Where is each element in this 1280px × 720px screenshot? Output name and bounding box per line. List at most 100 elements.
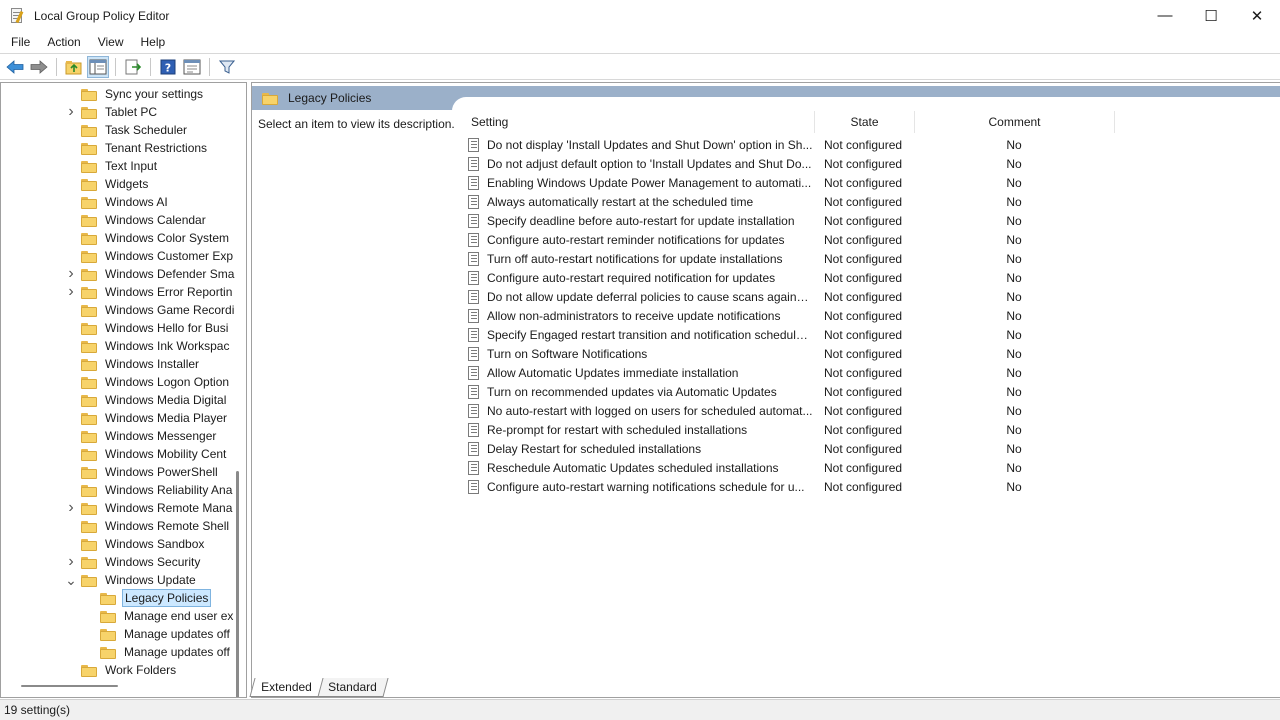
policy-row[interactable]: Allow Automatic Updates immediate instal… <box>468 363 1114 382</box>
tree-item[interactable]: Legacy Policies <box>100 589 212 607</box>
menu-file[interactable]: File <box>4 35 37 49</box>
tree-item[interactable]: Windows Installer <box>81 355 201 373</box>
tree-item[interactable]: Widgets <box>81 175 150 193</box>
console-tree[interactable]: Sync your settings › Tablet PC Task Schedul… <box>0 82 247 698</box>
policy-row[interactable]: Always automatically restart at the sche… <box>468 192 1114 211</box>
tree-item[interactable]: Sync your settings <box>81 85 205 103</box>
up-folder-icon[interactable] <box>63 56 85 78</box>
policy-row[interactable]: Turn off auto-restart notifications for … <box>468 249 1114 268</box>
tree-item[interactable]: Windows Ink Workspac <box>81 337 231 355</box>
tree-item[interactable]: › Windows Defender Sma <box>68 265 236 283</box>
tree-item[interactable]: Tenant Restrictions <box>81 139 209 157</box>
tree-item[interactable]: Windows PowerShell <box>81 463 220 481</box>
tree-item[interactable]: Windows Sandbox <box>81 535 206 553</box>
policy-row[interactable]: Allow non-administrators to receive upda… <box>468 306 1114 325</box>
policy-row[interactable]: Specify deadline before auto-restart for… <box>468 211 1114 230</box>
tree-horizontal-scrollbar[interactable] <box>21 685 118 687</box>
policy-row[interactable]: Enabling Windows Update Power Management… <box>468 173 1114 192</box>
tree-item[interactable]: Manage updates off <box>100 625 232 643</box>
details-header-title: Legacy Policies <box>288 91 372 105</box>
tree-item[interactable]: › Windows Remote Mana <box>68 499 234 517</box>
policy-name: Delay Restart for scheduled installation… <box>487 441 702 456</box>
tree-item[interactable]: Manage updates off <box>100 643 232 661</box>
menu-help[interactable]: Help <box>134 35 173 49</box>
menu-action[interactable]: Action <box>40 35 87 49</box>
tree-item[interactable]: Text Input <box>81 157 159 175</box>
policy-row[interactable]: Do not adjust default option to 'Install… <box>468 154 1114 173</box>
tree-item[interactable]: Windows Remote Shell <box>81 517 231 535</box>
chevron-right-icon[interactable]: › <box>65 283 77 301</box>
close-button[interactable]: ✕ <box>1234 0 1280 31</box>
tree-item-label: Windows Color System <box>105 231 230 245</box>
tree-item-label: Windows PowerShell <box>105 465 218 479</box>
tree-item[interactable]: Windows Media Digital <box>81 391 228 409</box>
policy-row[interactable]: Do not allow update deferral policies to… <box>468 287 1114 306</box>
chevron-right-icon[interactable]: › <box>65 103 77 121</box>
description-text: Select an item to view its description. <box>258 117 455 131</box>
policy-state: Not configured <box>824 232 903 247</box>
properties-icon[interactable] <box>181 56 203 78</box>
tree-item[interactable]: Windows AI <box>81 193 170 211</box>
tree-item[interactable]: Windows Mobility Cent <box>81 445 228 463</box>
menu-view[interactable]: View <box>91 35 131 49</box>
policy-row[interactable]: Do not display 'Install Updates and Shut… <box>468 135 1114 154</box>
tree-item-label: Windows Media Player <box>105 411 228 425</box>
tree-item[interactable]: Windows Game Recordi <box>81 301 236 319</box>
tab-standard[interactable]: Standard <box>316 678 388 697</box>
tree-item[interactable]: Windows Media Player <box>81 409 229 427</box>
folder-icon <box>81 394 97 407</box>
tree-item[interactable]: Windows Customer Exp <box>81 247 235 265</box>
policy-setting-icon <box>468 422 480 437</box>
tree-item[interactable]: Windows Logon Option <box>81 373 231 391</box>
folder-icon <box>81 106 97 119</box>
policy-row[interactable]: Turn on recommended updates via Automati… <box>468 382 1114 401</box>
tab-standard-label: Standard <box>327 680 377 694</box>
policy-state: Not configured <box>824 213 903 228</box>
column-header-comment[interactable]: Comment <box>915 111 1115 133</box>
tree-item[interactable]: Task Scheduler <box>81 121 189 139</box>
policy-row[interactable]: Configure auto-restart warning notificat… <box>468 477 1114 496</box>
maximize-button[interactable]: ☐ <box>1188 0 1234 31</box>
tree-item[interactable]: Work Folders <box>81 661 178 679</box>
policy-row[interactable]: Delay Restart for scheduled installation… <box>468 439 1114 458</box>
toolbar-separator <box>56 57 57 76</box>
tree-item[interactable]: › Windows Error Reportin <box>68 283 234 301</box>
tab-extended[interactable]: Extended <box>249 678 324 697</box>
tree-vertical-scrollbar[interactable] <box>236 471 239 697</box>
column-header-setting[interactable]: Setting <box>462 111 815 133</box>
forward-arrow-icon[interactable] <box>28 56 50 78</box>
minimize-button[interactable]: — <box>1142 0 1188 31</box>
help-icon[interactable]: ? <box>157 56 179 78</box>
policy-row[interactable]: No auto-restart with logged on users for… <box>468 401 1114 420</box>
tree-item-label: Windows Update <box>105 573 196 587</box>
tree-item[interactable]: ⌄ Windows Update <box>65 571 198 589</box>
policy-row[interactable]: Configure auto-restart reminder notifica… <box>468 230 1114 249</box>
tree-item[interactable]: Windows Calendar <box>81 211 208 229</box>
chevron-right-icon[interactable]: › <box>65 553 77 571</box>
policy-state: Not configured <box>824 422 903 437</box>
tree-item[interactable]: Windows Messenger <box>81 427 218 445</box>
chevron-right-icon[interactable]: › <box>65 265 77 283</box>
folder-icon <box>81 286 97 299</box>
chevron-right-icon[interactable]: › <box>65 499 77 517</box>
back-arrow-icon[interactable] <box>4 56 26 78</box>
policy-row[interactable]: Turn on Software Notifications Not config… <box>468 344 1114 363</box>
policy-row[interactable]: Specify Engaged restart transition and n… <box>468 325 1114 344</box>
filter-icon[interactable] <box>216 56 238 78</box>
tree-item[interactable]: Windows Color System <box>81 229 231 247</box>
chevron-down-icon[interactable]: ⌄ <box>65 571 77 589</box>
policy-row[interactable]: Re-prompt for restart with scheduled ins… <box>468 420 1114 439</box>
column-header-state[interactable]: State <box>815 111 915 133</box>
policy-row[interactable]: Reschedule Automatic Updates scheduled i… <box>468 458 1114 477</box>
policy-row[interactable]: Configure auto-restart required notifica… <box>468 268 1114 287</box>
tree-item[interactable]: Manage end user ex <box>100 607 235 625</box>
policy-name: Turn on recommended updates via Automati… <box>487 384 777 399</box>
tree-item[interactable]: › Tablet PC <box>68 103 159 121</box>
folder-icon <box>81 340 97 353</box>
folder-icon <box>81 484 97 497</box>
tree-item[interactable]: Windows Reliability Ana <box>81 481 234 499</box>
show-hide-tree-icon[interactable] <box>87 55 109 78</box>
export-list-icon[interactable] <box>122 56 144 78</box>
tree-item[interactable]: Windows Hello for Busi <box>81 319 230 337</box>
tree-item[interactable]: › Windows Security <box>68 553 202 571</box>
